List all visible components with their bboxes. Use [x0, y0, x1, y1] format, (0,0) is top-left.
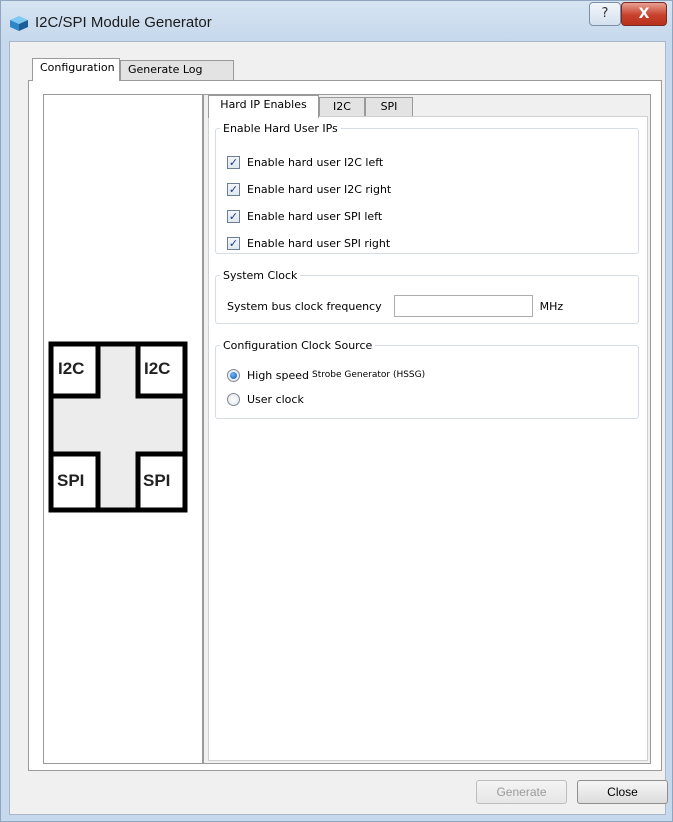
- window-close-button[interactable]: X: [621, 2, 667, 26]
- hard-ip-enables-page: Enable Hard User IPs ✓ Enable hard user …: [208, 116, 648, 761]
- i2c-right-label: Enable hard user I2C right: [247, 182, 392, 196]
- diagram-label-bottom-left: SPI: [57, 471, 84, 490]
- spi-right-checkbox-row[interactable]: ✓ Enable hard user SPI right: [227, 234, 390, 252]
- clock-frequency-input[interactable]: [393, 295, 533, 317]
- diagram-label-bottom-right: SPI: [143, 471, 170, 490]
- dialog-body: Configuration Generate Log I2C I2C SPI S…: [9, 41, 668, 815]
- tab-spi[interactable]: SPI: [365, 97, 413, 117]
- generate-button[interactable]: Generate: [476, 780, 567, 804]
- help-button[interactable]: ?: [589, 2, 621, 26]
- tab-configuration[interactable]: Configuration: [32, 58, 120, 81]
- system-clock-group: System Clock System bus clock frequency …: [215, 269, 639, 324]
- spi-right-label: Enable hard user SPI right: [247, 236, 391, 250]
- tab-i2c[interactable]: I2C: [319, 97, 365, 117]
- check-icon[interactable]: ✓: [227, 155, 240, 169]
- hssg-sublabel: Strobe Generator (HSSG): [312, 370, 426, 380]
- block-diagram-panel: I2C I2C SPI SPI: [43, 94, 203, 764]
- hard-ip-group: Enable Hard User IPs ✓ Enable hard user …: [215, 122, 639, 254]
- block-diagram: I2C I2C SPI SPI: [48, 341, 188, 513]
- i2c-left-label: Enable hard user I2C left: [247, 155, 384, 169]
- configuration-panel: I2C I2C SPI SPI Hard IP Enables I2C SPI …: [28, 80, 662, 771]
- hssg-radio-row[interactable]: High speed Strobe Generator (HSSG): [227, 366, 425, 384]
- hard-ip-group-title: Enable Hard User IPs: [223, 122, 338, 135]
- system-bus-clock-label: System bus clock frequency: [227, 299, 382, 313]
- radio-unselected-icon[interactable]: [227, 392, 240, 406]
- window-title: I2C/SPI Module Generator: [35, 14, 212, 31]
- tab-hard-ip-enables[interactable]: Hard IP Enables: [208, 95, 319, 118]
- system-clock-group-title: System Clock: [223, 269, 298, 282]
- system-clock-row: System bus clock frequency MHz: [227, 295, 564, 317]
- clock-source-group-title: Configuration Clock Source: [223, 339, 373, 352]
- diagram-label-top-right: I2C: [144, 359, 170, 378]
- clock-source-group: Configuration Clock Source High speed St…: [215, 339, 639, 419]
- title-bar[interactable]: I2C/SPI Module Generator ? X: [1, 1, 672, 35]
- app-window: I2C/SPI Module Generator ? X Configurati…: [0, 0, 673, 822]
- spi-left-label: Enable hard user SPI left: [247, 209, 383, 223]
- radio-selected-icon[interactable]: [227, 368, 240, 382]
- check-icon[interactable]: ✓: [227, 236, 240, 250]
- user-clock-radio-row[interactable]: User clock: [227, 390, 304, 408]
- spi-left-checkbox-row[interactable]: ✓ Enable hard user SPI left: [227, 207, 382, 225]
- diagram-label-top-left: I2C: [58, 359, 84, 378]
- check-icon[interactable]: ✓: [227, 209, 240, 223]
- cube-icon: [10, 16, 28, 31]
- check-icon[interactable]: ✓: [227, 182, 240, 196]
- unit-label: MHz: [539, 299, 564, 313]
- settings-panel: Hard IP Enables I2C SPI Enable Hard User…: [203, 94, 651, 764]
- user-clock-label: User clock: [247, 392, 304, 406]
- tab-generate-log[interactable]: Generate Log: [120, 60, 234, 80]
- i2c-left-checkbox-row[interactable]: ✓ Enable hard user I2C left: [227, 153, 383, 171]
- i2c-right-checkbox-row[interactable]: ✓ Enable hard user I2C right: [227, 180, 391, 198]
- hssg-label: High speed: [247, 368, 310, 382]
- close-button[interactable]: Close: [577, 780, 668, 804]
